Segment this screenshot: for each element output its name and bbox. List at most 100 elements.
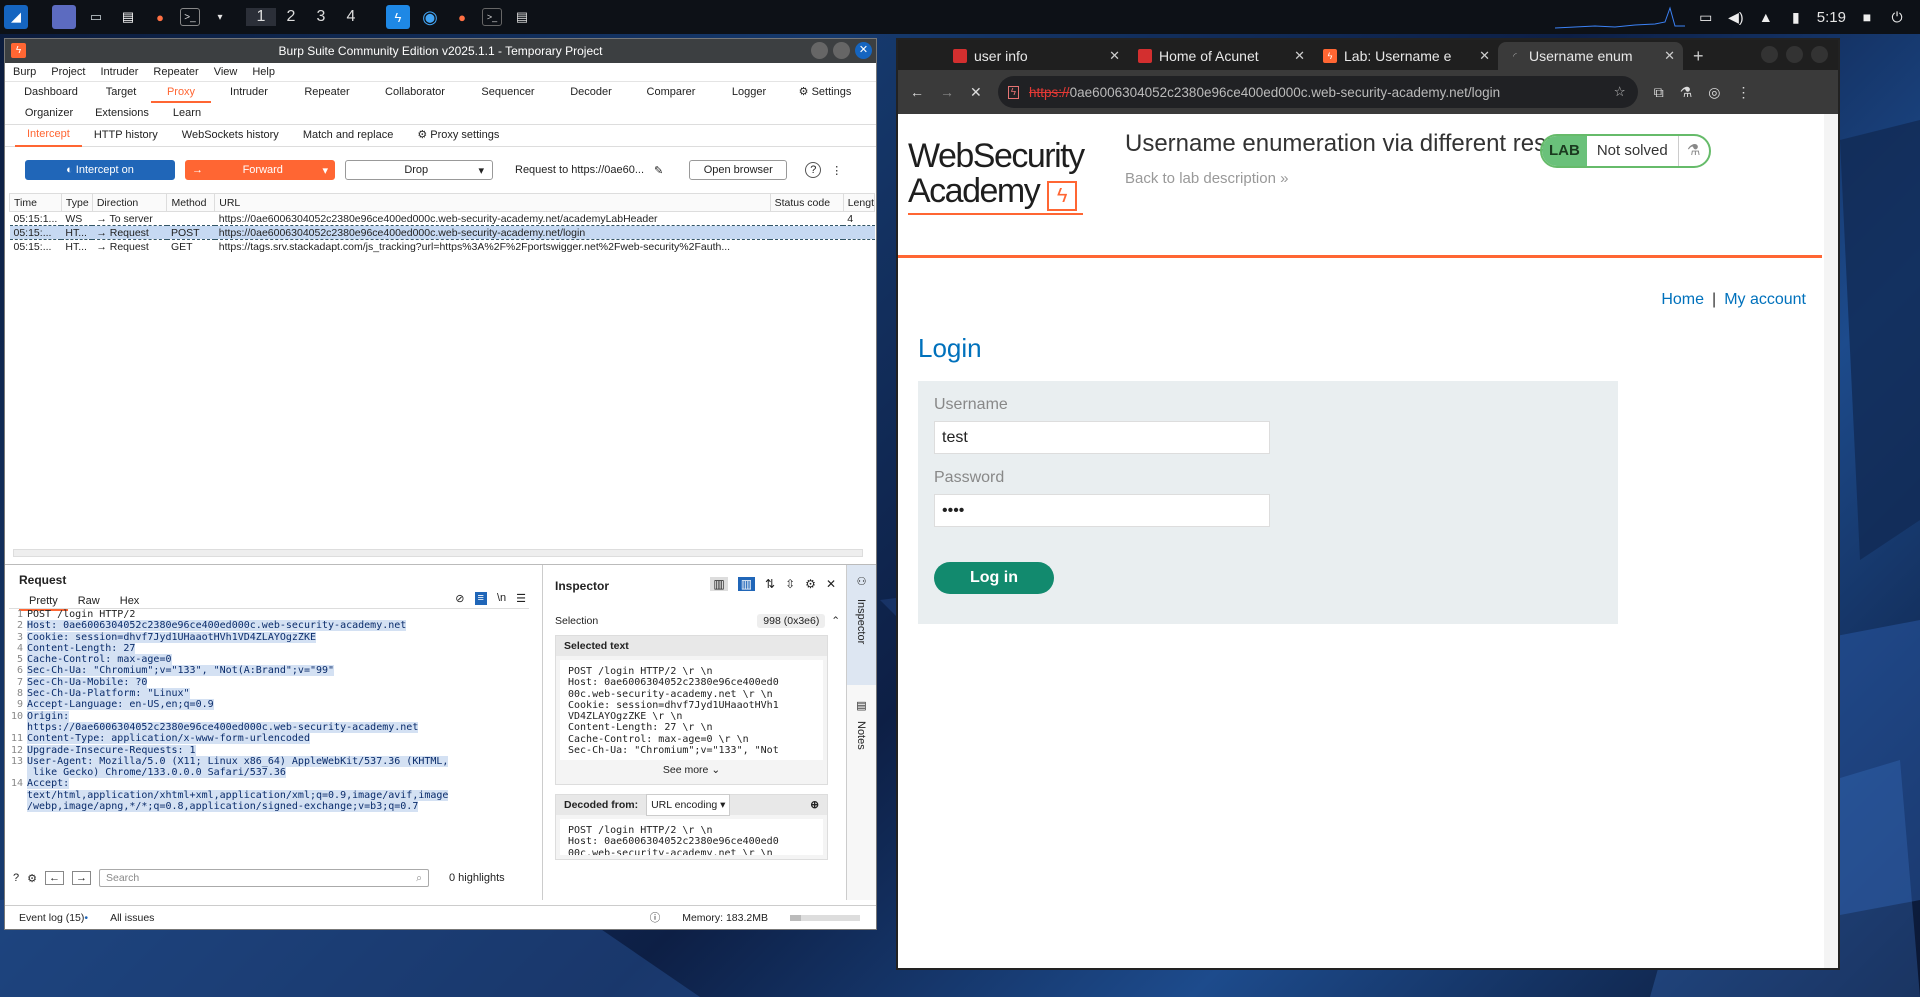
wsa-logo[interactable]: WebSecurity Academy ϟ [908, 139, 1085, 215]
selection-row[interactable]: Selection 998 (0x3e6) ⌃ [555, 614, 840, 628]
close-icon[interactable]: ✕ [855, 42, 872, 59]
all-issues-link[interactable]: All issues [110, 912, 154, 924]
menu-view[interactable]: View [214, 66, 238, 78]
document-taskbar-icon[interactable]: ▤ [510, 5, 534, 29]
notification-bell-icon[interactable]: ▲ [1757, 8, 1775, 26]
close-icon[interactable] [1811, 46, 1828, 63]
back-icon[interactable]: ← [910, 84, 924, 100]
request-code[interactable]: 1 POST /login HTTP/2 2 Host: 0ae6006304052c… [9, 608, 529, 863]
close-tab-icon[interactable]: ✕ [1479, 48, 1490, 64]
tab-proxy[interactable]: Proxy [151, 82, 211, 103]
username-field[interactable]: test [934, 421, 1270, 454]
tab-extensions[interactable]: Extensions [87, 103, 157, 124]
document-icon[interactable]: ▤ [116, 5, 140, 29]
tab-settings[interactable]: ⚙ Settings [785, 82, 865, 103]
wrap-icon[interactable]: ≡ [474, 592, 487, 605]
menu-repeater[interactable]: Repeater [153, 66, 198, 78]
menu-intruder[interactable]: Intruder [101, 66, 139, 78]
see-more-button[interactable]: See more ⌄ [556, 764, 827, 776]
maximize-icon[interactable] [1786, 46, 1803, 63]
tab-repeater[interactable]: Repeater [287, 82, 367, 103]
browser-tab[interactable]: Home of Acunet ✕ [1128, 42, 1313, 70]
browser-tab[interactable]: user info ✕ [943, 42, 1128, 70]
forward-button[interactable]: → Forward ▾ [185, 160, 335, 180]
chevron-down-icon[interactable]: ▾ [478, 164, 484, 177]
tab-collaborator[interactable]: Collaborator [367, 82, 463, 103]
encoding-select[interactable]: URL encoding ▾ [646, 794, 731, 816]
menu-dots-icon[interactable]: ⋮ [1737, 84, 1751, 101]
volume-icon[interactable]: ◀) [1727, 8, 1745, 26]
close-tab-icon[interactable]: ✕ [1109, 48, 1120, 64]
files-icon[interactable]: ▭ [84, 5, 108, 29]
forward-icon[interactable]: → [940, 84, 954, 100]
my-account-link[interactable]: My account [1724, 291, 1806, 308]
password-field[interactable]: •••• [934, 494, 1270, 527]
col-time[interactable]: Time [9, 193, 62, 212]
extensions-icon[interactable]: ⧉ [1654, 84, 1664, 101]
start-menu-icon[interactable]: ◢ [4, 5, 28, 29]
layout-split-icon[interactable]: ▥ [737, 577, 756, 591]
home-link[interactable]: Home [1661, 291, 1704, 308]
tab-comparer[interactable]: Comparer [629, 82, 713, 103]
firefox-taskbar-icon[interactable]: ● [450, 5, 474, 29]
event-log-link[interactable]: Event log (15)• [19, 912, 88, 924]
workspace-2[interactable]: 2 [276, 8, 306, 26]
more-options-icon[interactable]: ⋮ [831, 164, 842, 177]
table-row[interactable]: 05:15:... HT... → Request POST https://0… [9, 225, 875, 240]
search-input[interactable]: Search ⌕ [99, 869, 429, 887]
sidebar-inspector-tab[interactable]: ⚇ Inspector [847, 565, 876, 685]
page-scrollbar[interactable] [1824, 114, 1838, 968]
hide-icon[interactable]: ⊘ [455, 592, 464, 605]
add-icon[interactable]: ⊕ [810, 795, 819, 815]
collapse-icon[interactable]: ⇳ [785, 577, 795, 591]
close-tab-icon[interactable]: ✕ [1664, 48, 1675, 64]
new-tab-icon[interactable]: + [1693, 42, 1704, 70]
subtab-match-replace[interactable]: Match and replace [291, 125, 406, 146]
col-direction[interactable]: Direction [91, 193, 168, 212]
col-url[interactable]: URL [214, 193, 771, 212]
drop-button[interactable]: Drop ▾ [345, 160, 493, 180]
col-length[interactable]: Lengt [842, 193, 876, 212]
terminal-icon[interactable]: >_ [180, 8, 200, 26]
table-row[interactable]: 05:15:... HT... → Request GET https://ta… [10, 240, 875, 254]
menu-burp[interactable]: Burp [13, 66, 36, 78]
layout-icon[interactable]: ▥ [710, 577, 728, 591]
subtab-intercept[interactable]: Intercept [15, 124, 82, 147]
address-bar[interactable]: ϟ https://0ae6006304052c2380e96ce400ed00… [997, 76, 1638, 108]
battery-icon[interactable]: ▮ [1787, 8, 1805, 26]
firefox-icon[interactable]: ● [148, 5, 172, 29]
tab-learn[interactable]: Learn [157, 103, 217, 124]
login-button[interactable]: Log in [934, 562, 1054, 594]
chevron-down-icon[interactable]: ▾ [322, 164, 328, 177]
chevron-down-icon[interactable]: ▾ [208, 5, 232, 29]
lock-icon[interactable]: ■ [1858, 8, 1876, 26]
workspace-4[interactable]: 4 [336, 8, 366, 26]
newline-icon[interactable]: \n [497, 592, 506, 605]
close-tab-icon[interactable]: ✕ [1294, 48, 1305, 64]
burp-taskbar-icon[interactable]: ϟ [386, 5, 410, 29]
desktop-icon[interactable] [52, 5, 76, 29]
menu-help[interactable]: Help [252, 66, 275, 78]
clock[interactable]: 5:19 [1817, 9, 1846, 26]
terminal-taskbar-icon[interactable]: >_ [482, 8, 502, 26]
maximize-icon[interactable] [833, 42, 850, 59]
align-icon[interactable]: ⇅ [765, 577, 775, 591]
tab-dashboard[interactable]: Dashboard [11, 82, 91, 103]
gear-icon[interactable]: ⚙ [27, 872, 37, 885]
subtab-websockets-history[interactable]: WebSockets history [170, 125, 291, 146]
col-status[interactable]: Status code [769, 193, 844, 212]
tab-logger[interactable]: Logger [713, 82, 785, 103]
power-icon[interactable]: ⏻ [1888, 8, 1906, 26]
back-to-lab-link[interactable]: Back to lab description » [1125, 170, 1288, 187]
table-row[interactable]: 05:15:1... WS → To server https://0ae600… [10, 212, 875, 226]
browser-tab[interactable]: ϟ Lab: Username e ✕ [1313, 42, 1498, 70]
col-type[interactable]: Type [60, 193, 93, 212]
sidebar-notes-tab[interactable]: ▤ Notes [847, 695, 876, 775]
screen-icon[interactable]: ▭ [1697, 8, 1715, 26]
tab-decoder[interactable]: Decoder [553, 82, 629, 103]
tab-target[interactable]: Target [91, 82, 151, 103]
tab-intruder[interactable]: Intruder [211, 82, 287, 103]
menu-icon[interactable]: ☰ [516, 592, 526, 605]
labs-flask-icon[interactable]: ⚗ [1680, 84, 1693, 101]
intercept-toggle-button[interactable]: ◐ Intercept on [25, 160, 175, 180]
